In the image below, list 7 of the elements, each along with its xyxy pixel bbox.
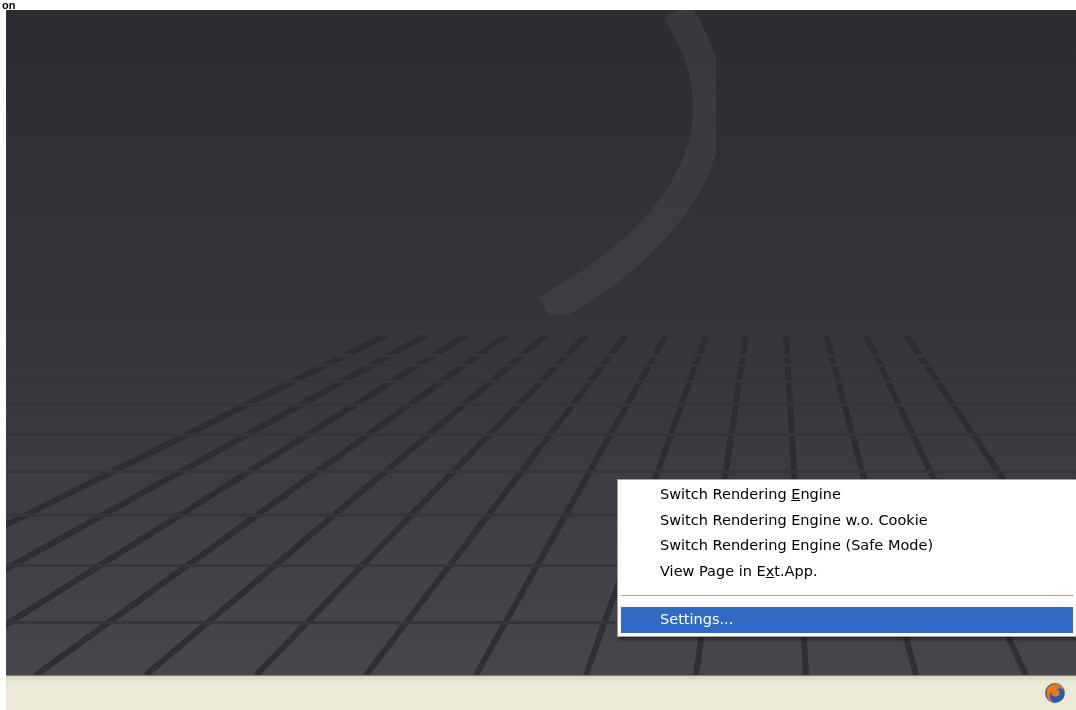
- menu-item[interactable]: View Page in Ext.App.: [621, 558, 1073, 584]
- menu-item[interactable]: Switch Rendering Engine: [621, 482, 1073, 508]
- menu-item[interactable]: Switch Rendering Engine w.o. Cookie: [621, 507, 1073, 533]
- menu-item[interactable]: Settings...: [621, 607, 1073, 633]
- page-heading: on: [2, 0, 16, 10]
- menu-item[interactable]: Switch Rendering Engine (Safe Mode): [621, 533, 1073, 559]
- globe-icon[interactable]: [1044, 682, 1066, 704]
